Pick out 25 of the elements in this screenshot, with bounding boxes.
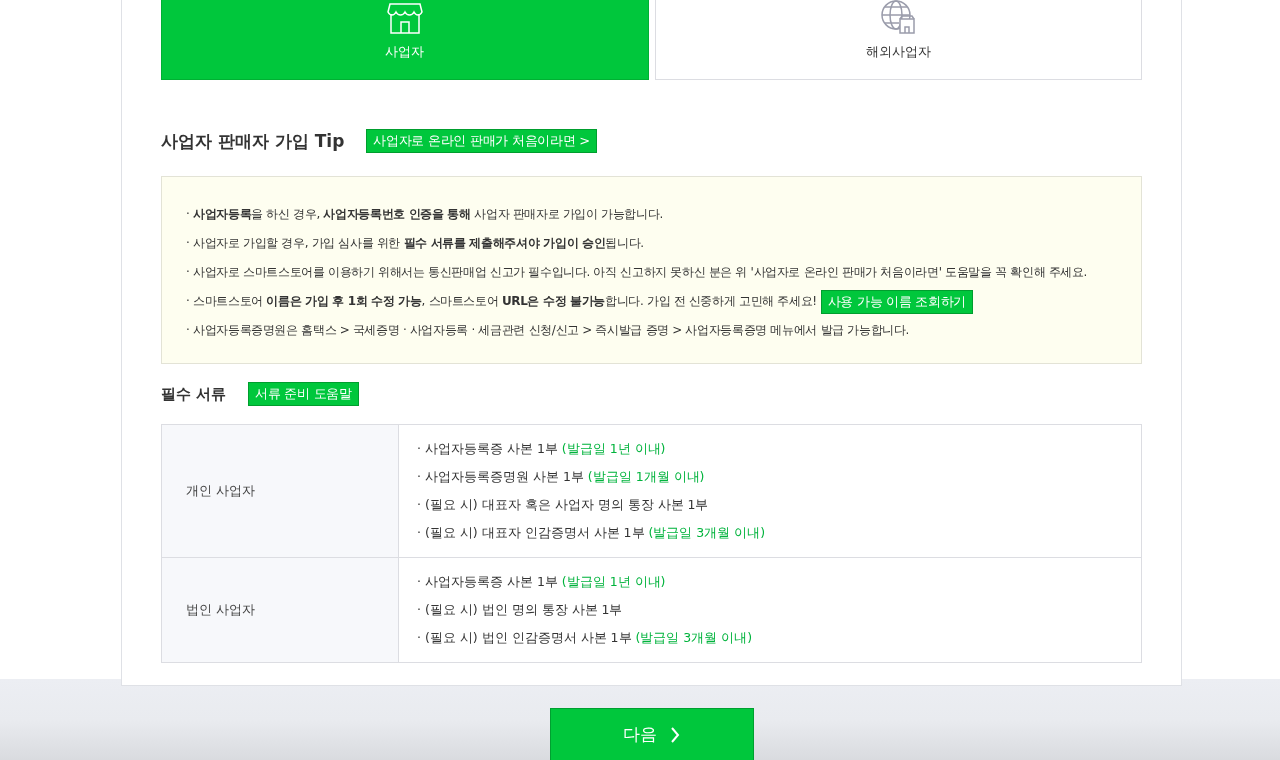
business-type-cell: 법인 사업자: [161, 557, 399, 663]
help-button[interactable]: 서류 준비 도움말: [248, 382, 359, 406]
document-item: · (필요 시) 대표자 혹은 사업자 명의 통장 사본 1부: [417, 496, 710, 514]
document-item: · 사업자등록증 사본 1부 (발급일 1년 이내): [417, 440, 667, 458]
section-title: 필수 서류: [161, 384, 227, 404]
business-type-cell: 개인 사업자: [161, 424, 399, 558]
document-item: · 사업자등록증 사본 1부 (발급일 1년 이내): [417, 573, 667, 591]
chevron-right-icon: [671, 726, 680, 743]
section-title: 사업자 판매자 가입 Tip: [161, 129, 345, 153]
tip-text: · 사업자로 스마트스토어를 이용하기 위해서는 통신판매업 신고가 필수입니다. 아직 신고하지 못하신 분은 위 '사업자로 온라인 판매가 처음이라면' 도움말을 꼭 확인해 주세요.: [186, 264, 1088, 281]
document-item: · (필요 시) 법인 명의 통장 사본 1부: [417, 601, 624, 619]
globe-store-icon: [880, 0, 917, 35]
help-button[interactable]: 사업자로 온라인 판매가 처음이라면 >: [366, 129, 597, 153]
seller-type-tab[interactable]: 사업자: [161, 0, 649, 80]
next-button[interactable]: 다음: [549, 708, 754, 760]
seller-type-tab[interactable]: 해외사업자: [654, 0, 1142, 80]
tip-text: · 스마트스토어 이름은 가입 후 1회 수정 가능, 스마트스토어 URL은 수정 불가능합니다. 가입 전 신중하게 고민해 주세요!: [186, 293, 817, 310]
tip-text: · 사업자로 가입할 경우, 가입 심사를 위한 필수 서류를 제출해주셔야 가입이 승인됩니다.: [186, 235, 644, 252]
tip-text: · 사업자등록을 하신 경우, 사업자등록번호 인증을 통해 사업자 판매자로 가입이 가능합니다.: [186, 206, 663, 223]
name-check-button[interactable]: 사용 가능 이름 조회하기: [820, 289, 974, 314]
tip-text: · 사업자등록증명원은 홈택스 > 국세증명 · 사업자등록 · 세금관련 신청/신고 > 즉시발급 증명 > 사업자등록증명 메뉴에서 발급 가능합니다.: [186, 322, 909, 339]
store-icon: [386, 1, 423, 35]
document-item: · (필요 시) 대표자 인감증명서 사본 1부 (발급일 3개월 이내): [417, 524, 767, 542]
document-item: · 사업자등록증명원 사본 1부 (발급일 1개월 이내): [417, 468, 706, 486]
document-item: · (필요 시) 법인 인감증명서 사본 1부 (발급일 3개월 이내): [417, 629, 754, 647]
